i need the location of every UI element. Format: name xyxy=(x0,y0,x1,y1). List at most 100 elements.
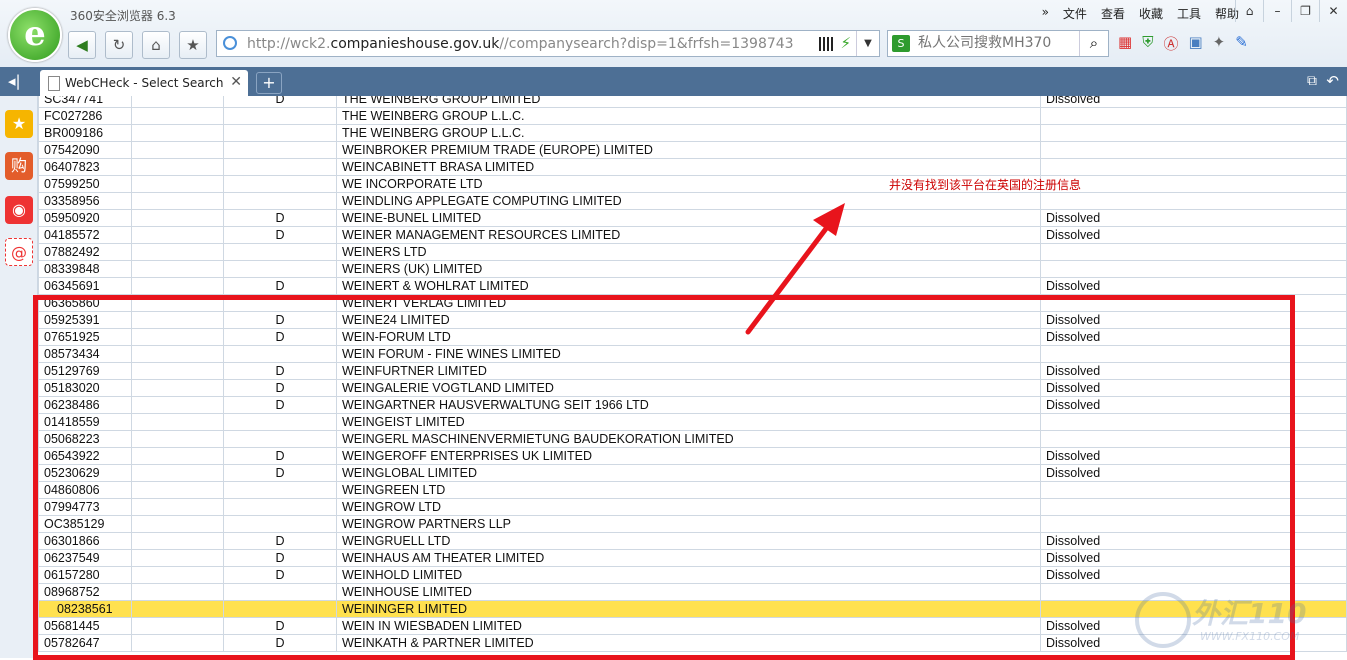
company-number-cell: BR009186 xyxy=(38,124,132,142)
email-icon[interactable]: @ xyxy=(5,238,33,266)
company-number-cell: 05950920 xyxy=(38,209,132,227)
empty-cell xyxy=(131,141,224,159)
menu-item-view[interactable]: 查看 xyxy=(1101,5,1125,22)
dissolved-flag-cell xyxy=(223,192,337,210)
menu-item-favorites[interactable]: 收藏 xyxy=(1139,5,1163,22)
status-cell xyxy=(1040,158,1347,176)
dissolved-flag-cell xyxy=(223,243,337,261)
weibo-icon[interactable]: ◉ xyxy=(5,196,33,224)
document-icon xyxy=(48,76,60,91)
menu-more-chevron[interactable]: » xyxy=(1042,5,1049,22)
dissolved-flag-cell: D xyxy=(223,226,337,244)
status-cell: Dissolved xyxy=(1040,277,1347,295)
company-number-cell: 07542090 xyxy=(38,141,132,159)
empty-cell xyxy=(131,96,224,108)
apps-grid-icon[interactable]: ▦ xyxy=(1118,33,1132,54)
gamepad-icon[interactable]: ✦ xyxy=(1213,33,1226,54)
company-number-cell: SC347741 xyxy=(38,96,132,108)
highlight-box xyxy=(33,295,1295,660)
skin-icon[interactable]: ⌂ xyxy=(1235,0,1263,22)
table-row[interactable]: 08339848 WEINERS (UK) LIMITED xyxy=(38,260,1347,278)
company-name-cell[interactable]: WEINDLING APPLEGATE COMPUTING LIMITED xyxy=(336,192,1041,210)
table-row[interactable]: 07599250 WE INCORPORATE LTD xyxy=(38,175,1347,193)
company-name-cell[interactable]: THE WEINBERG GROUP L.L.C. xyxy=(336,107,1041,125)
tab-webcheck[interactable]: WebCHeck - Select Search Result ✕ xyxy=(40,70,248,96)
status-cell: Dissolved xyxy=(1040,96,1347,108)
settings-wrench-icon[interactable]: ✎ xyxy=(1235,33,1248,54)
close-window-button[interactable]: ✕ xyxy=(1319,0,1347,22)
address-dropdown-button[interactable]: ▼ xyxy=(856,31,879,56)
search-engine-icon[interactable]: S xyxy=(892,35,910,52)
company-number-cell: 04185572 xyxy=(38,226,132,244)
dissolved-flag-cell xyxy=(223,158,337,176)
status-cell xyxy=(1040,243,1347,261)
search-input[interactable] xyxy=(916,34,1080,52)
dissolved-flag-cell xyxy=(223,260,337,278)
company-name-cell[interactable]: WEINCABINETT BRASA LIMITED xyxy=(336,158,1041,176)
watermark-text: 外汇110 xyxy=(1192,597,1307,630)
status-cell xyxy=(1040,175,1347,193)
table-row[interactable]: 07542090 WEINBROKER PREMIUM TRADE (EUROPE… xyxy=(38,141,1347,159)
company-name-cell[interactable]: WEINERT & WOHLRAT LIMITED xyxy=(336,277,1041,295)
table-row[interactable]: 06407823 WEINCABINETT BRASA LIMITED xyxy=(38,158,1347,176)
company-name-cell[interactable]: WEINERS LTD xyxy=(336,243,1041,261)
back-button[interactable]: ◀ xyxy=(68,31,96,59)
url-text[interactable]: http://wck2.companieshouse.gov.uk//compa… xyxy=(247,36,817,52)
company-name-cell[interactable]: WEINER MANAGEMENT RESOURCES LIMITED xyxy=(336,226,1041,244)
table-row[interactable]: FC027286 THE WEINBERG GROUP L.L.C. xyxy=(38,107,1347,125)
dissolved-flag-cell: D xyxy=(223,277,337,295)
favorites-star-icon[interactable]: ★ xyxy=(5,110,33,138)
undo-close-icon[interactable]: ↶ xyxy=(1326,72,1339,90)
speed-mode-icon[interactable]: ⚡ xyxy=(840,34,851,52)
menu-item-file[interactable]: 文件 xyxy=(1063,5,1087,22)
shopping-icon[interactable]: 购 xyxy=(5,152,33,180)
watermark-logo-icon xyxy=(1135,592,1191,648)
qr-code-icon[interactable] xyxy=(819,37,833,51)
menu-item-tools[interactable]: 工具 xyxy=(1177,5,1201,22)
screenshot-icon[interactable]: ▣ xyxy=(1188,33,1202,54)
minimize-button[interactable]: – xyxy=(1263,0,1291,22)
table-row[interactable]: 06345691 D WEINERT & WOHLRAT LIMITED Dissol… xyxy=(38,277,1347,295)
company-number-cell: 08339848 xyxy=(38,260,132,278)
app-title: 360安全浏览器 6.3 xyxy=(70,9,176,23)
restore-tab-icon[interactable]: ⧉ xyxy=(1307,73,1317,89)
favorite-star-button[interactable]: ★ xyxy=(179,31,207,59)
company-name-cell[interactable]: THE WEINBERG GROUP L.L.C. xyxy=(336,124,1041,142)
restore-button[interactable]: ❐ xyxy=(1291,0,1319,22)
menu-bar: » 文件 查看 收藏 工具 帮助 xyxy=(1042,5,1239,22)
table-row[interactable]: 04185572 D WEINER MANAGEMENT RESOURCES LIM… xyxy=(38,226,1347,244)
window-controls: ⌂ – ❐ ✕ xyxy=(1235,0,1347,22)
company-number-cell: 06345691 xyxy=(38,277,132,295)
address-bar[interactable]: http://wck2.companieshouse.gov.uk//compa… xyxy=(216,30,880,57)
empty-cell xyxy=(131,226,224,244)
company-name-cell[interactable]: WEINBROKER PREMIUM TRADE (EUROPE) LIMITE… xyxy=(336,141,1041,159)
company-name-cell[interactable]: WEINERS (UK) LIMITED xyxy=(336,260,1041,278)
status-cell: Dissolved xyxy=(1040,209,1347,227)
search-icon[interactable]: ⌕ xyxy=(1079,31,1108,56)
dissolved-flag-cell xyxy=(223,124,337,142)
watermark-url: WWW.FX110.COM xyxy=(1200,630,1300,643)
table-row[interactable]: BR009186 THE WEINBERG GROUP L.L.C. xyxy=(38,124,1347,142)
empty-cell xyxy=(131,158,224,176)
table-row[interactable]: 05950920 D WEINE-BUNEL LIMITED Dissolved xyxy=(38,209,1347,227)
watermark: 外汇110 WWW.FX110.COM xyxy=(1130,590,1340,650)
company-number-cell: 03358956 xyxy=(38,192,132,210)
close-tab-icon[interactable]: ✕ xyxy=(230,74,242,90)
company-name-cell[interactable]: WEINE-BUNEL LIMITED xyxy=(336,209,1041,227)
translate-icon[interactable]: Ⓐ xyxy=(1163,33,1178,54)
home-button[interactable]: ⌂ xyxy=(142,31,170,59)
toolbar-extensions: ▦ ⛨ Ⓐ ▣ ✦ ✎ xyxy=(1118,33,1248,54)
company-number-cell: 07882492 xyxy=(38,243,132,261)
company-name-cell[interactable]: THE WEINBERG GROUP LIMITED xyxy=(336,96,1041,108)
status-cell xyxy=(1040,260,1347,278)
refresh-button[interactable]: ↻ xyxy=(105,31,133,59)
table-row[interactable]: 03358956 WEINDLING APPLEGATE COMPUTING LI… xyxy=(38,192,1347,210)
table-row[interactable]: SC347741 D THE WEINBERG GROUP LIMITED Disso… xyxy=(38,96,1347,108)
new-tab-button[interactable]: + xyxy=(256,72,282,94)
shield-icon[interactable]: ⛨ xyxy=(1142,33,1153,54)
empty-cell xyxy=(131,192,224,210)
table-row[interactable]: 07882492 WEINERS LTD xyxy=(38,243,1347,261)
dissolved-flag-cell xyxy=(223,107,337,125)
sidebar-toggle-icon[interactable]: ◂| xyxy=(8,72,21,90)
empty-cell xyxy=(131,107,224,125)
